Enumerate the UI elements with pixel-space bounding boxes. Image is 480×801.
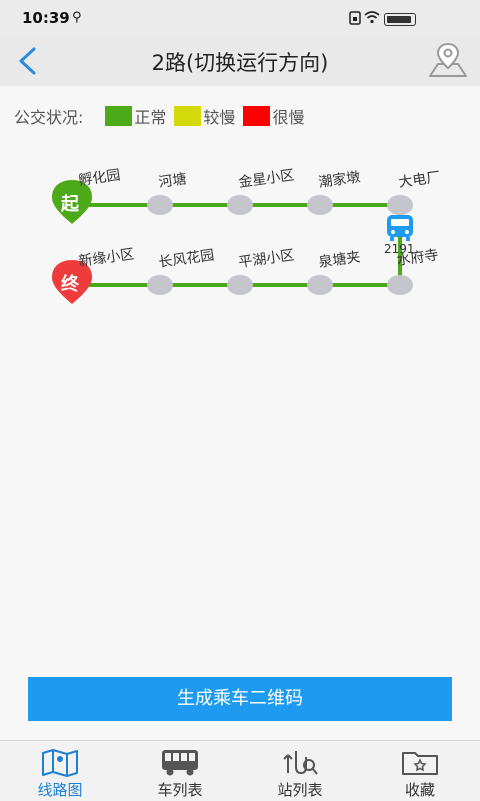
stop-dot[interactable]: [147, 275, 173, 295]
legend-normal: 正常: [105, 104, 166, 128]
route-diagram: 起 终 2191 孵化园 河塘 金星小区 潮家墩 大电厂 新缘小区 长风花园 平…: [0, 150, 480, 330]
tab-label: 收藏: [404, 781, 435, 799]
stop-dot[interactable]: [387, 275, 413, 295]
stop-dot[interactable]: [387, 195, 413, 215]
tab-bus-list[interactable]: 车列表: [120, 741, 240, 801]
stop-label[interactable]: 河塘: [157, 168, 188, 192]
tab-label: 线路图: [37, 781, 83, 799]
bus-icon: [162, 750, 198, 776]
generate-qr-button[interactable]: 生成乘车二维码: [28, 677, 452, 721]
page-title[interactable]: 2路(切换运行方向): [0, 47, 480, 77]
wifi-icon: [364, 11, 380, 24]
legend-swatch-red: [243, 106, 271, 126]
status-time: 10:39: [22, 9, 70, 27]
stop-dot[interactable]: [227, 275, 253, 295]
legend-very-slow: 很慢: [243, 104, 304, 128]
stop-dot[interactable]: [307, 275, 333, 295]
legend-label-normal: 正常: [134, 108, 167, 127]
legend-swatch-yellow: [174, 106, 202, 126]
stop-dot[interactable]: [227, 195, 253, 215]
legend-slow: 较慢: [174, 104, 235, 128]
tab-favorites[interactable]: 收藏: [360, 741, 480, 801]
bottom-tab-bar: 线路图 车列表 站列表 收藏: [0, 740, 480, 801]
tab-label: 站列表: [277, 781, 323, 799]
legend-swatch-green: [105, 106, 133, 126]
stop-dot[interactable]: [307, 195, 333, 215]
sim-card-icon: [349, 11, 361, 25]
end-badge-label: 终: [61, 274, 79, 295]
start-badge-label: 起: [61, 194, 79, 215]
legend-label-very-slow: 很慢: [272, 108, 305, 127]
usb-icon: ⚲: [72, 10, 82, 25]
tab-label: 车列表: [157, 781, 203, 799]
battery-icon: [384, 13, 416, 26]
legend-title: 公交状况:: [14, 108, 84, 127]
status-bar: 10:39 ⚲: [0, 0, 480, 36]
legend-label-slow: 较慢: [203, 108, 236, 127]
traffic-legend: 公交状况: 正常 较慢 很慢: [14, 104, 312, 128]
header-bar: 2路(切换运行方向): [0, 36, 480, 86]
station-search-icon: [283, 751, 318, 775]
map-icon: [42, 749, 78, 777]
tab-station-list[interactable]: 站列表: [240, 741, 360, 801]
map-location-icon[interactable]: [426, 40, 470, 80]
stop-dot[interactable]: [147, 195, 173, 215]
tab-route-map[interactable]: 线路图: [0, 741, 120, 801]
favorites-folder-icon: [402, 752, 438, 775]
